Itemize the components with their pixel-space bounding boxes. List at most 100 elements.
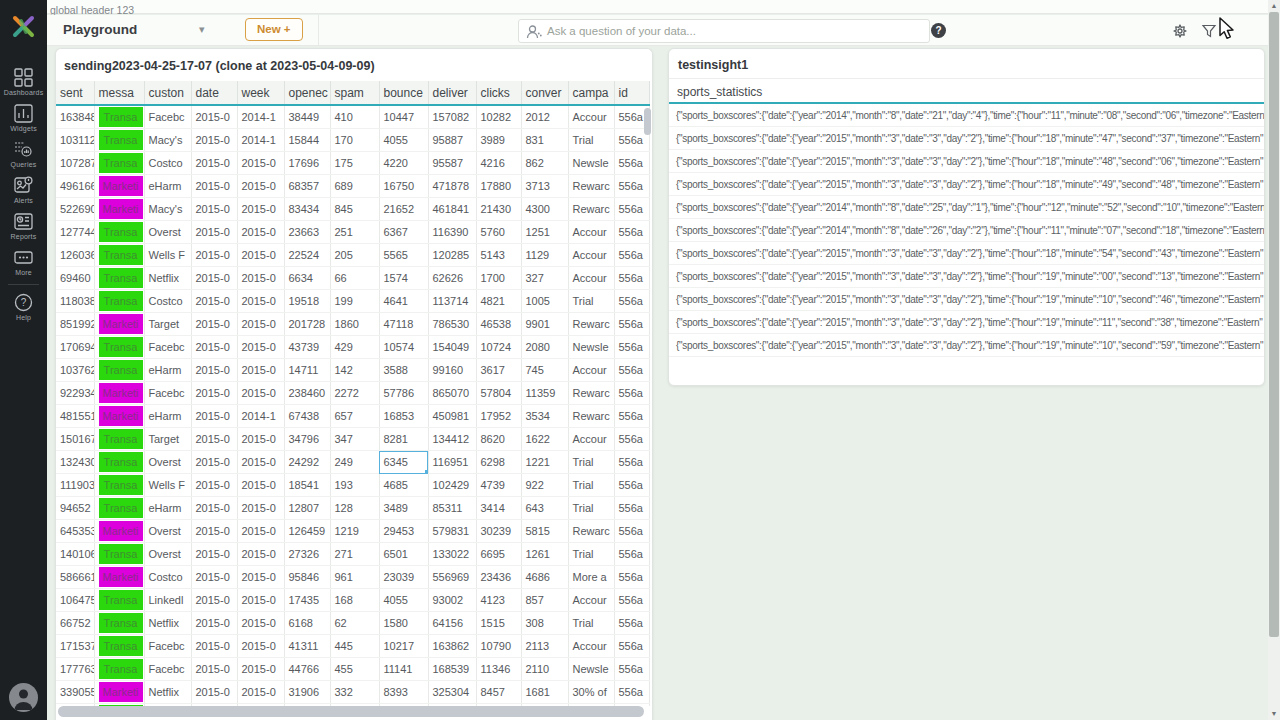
table-cell-messa[interactable]: Transa	[94, 451, 144, 474]
table-cell[interactable]: 1580	[379, 612, 428, 635]
table-cell[interactable]: 238460	[284, 382, 330, 405]
table-cell[interactable]: 116951	[428, 451, 476, 474]
table-cell[interactable]: 2015-0	[191, 198, 237, 221]
table-cell[interactable]: 11141	[379, 658, 428, 681]
table-cell[interactable]: 47118	[379, 313, 428, 336]
insight-row[interactable]: {"sports_boxscores":{"date":{"year":"201…	[669, 219, 1264, 242]
insight-row[interactable]: {"sports_boxscores":{"date":{"year":"201…	[669, 173, 1264, 196]
table-cell[interactable]: Costco	[144, 290, 191, 313]
sidebar-item-alerts[interactable]: Alerts	[0, 176, 47, 204]
table-cell[interactable]: 93002	[428, 589, 476, 612]
table-cell[interactable]: 6298	[476, 451, 521, 474]
table-cell[interactable]: 2015-0	[191, 313, 237, 336]
table-cell[interactable]: Target	[144, 428, 191, 451]
table-cell[interactable]: 6501	[379, 543, 428, 566]
table-h-scrollbar[interactable]	[56, 706, 652, 720]
table-cell-messa[interactable]: Marketi	[94, 198, 144, 221]
table-cell[interactable]: 556a	[614, 681, 649, 704]
sidebar-item-reports[interactable]: Reports	[0, 212, 47, 240]
table-cell[interactable]: 481551	[56, 405, 94, 428]
column-header-bounce[interactable]: bounce	[379, 81, 428, 105]
table-cell[interactable]: Accour	[568, 428, 614, 451]
table-cell[interactable]: Wells F	[144, 474, 191, 497]
table-cell[interactable]: 2015-0	[191, 221, 237, 244]
table-cell[interactable]: eHarm	[144, 405, 191, 428]
table-cell[interactable]: 4055	[379, 129, 428, 152]
table-cell[interactable]: 17880	[476, 175, 521, 198]
table-cell[interactable]: 69460	[56, 267, 94, 290]
table-cell[interactable]: 271	[330, 543, 379, 566]
table-cell[interactable]: 103762	[56, 359, 94, 382]
table-cell[interactable]: 2015-0	[191, 105, 237, 129]
column-header-sent[interactable]: sent	[56, 81, 94, 105]
insight-row[interactable]: {"sports_boxscores":{"date":{"year":"201…	[669, 104, 1264, 127]
table-cell[interactable]: 168539	[428, 658, 476, 681]
sidebar-item-queries[interactable]: Queries	[0, 140, 47, 168]
table-cell[interactable]: 150167	[56, 428, 94, 451]
table-cell[interactable]: 2015-0	[191, 290, 237, 313]
table-cell[interactable]: Wells F	[144, 244, 191, 267]
table-cell[interactable]: 3489	[379, 497, 428, 520]
table-cell[interactable]: 57786	[379, 382, 428, 405]
table-cell[interactable]: 865070	[428, 382, 476, 405]
table-cell-messa[interactable]: Transa	[94, 244, 144, 267]
table-cell[interactable]: 16750	[379, 175, 428, 198]
table-cell[interactable]: 2015-0	[191, 336, 237, 359]
table-cell-messa[interactable]: Marketi	[94, 382, 144, 405]
table-cell[interactable]: 2015-0	[191, 267, 237, 290]
table-cell[interactable]: 10724	[476, 336, 521, 359]
table-cell[interactable]: 4686	[521, 566, 568, 589]
table-cell[interactable]: 1005	[521, 290, 568, 313]
table-cell[interactable]: 22524	[284, 244, 330, 267]
table-cell[interactable]: 8281	[379, 428, 428, 451]
table-cell[interactable]: 2014-1	[237, 129, 284, 152]
table-cell[interactable]: 12807	[284, 497, 330, 520]
table-cell[interactable]: 3534	[521, 405, 568, 428]
table-cell[interactable]: More a	[568, 566, 614, 589]
table-cell-messa[interactable]: Transa	[94, 635, 144, 658]
table-cell[interactable]: 2015-0	[191, 474, 237, 497]
table-cell[interactable]: Facebc	[144, 382, 191, 405]
new-button[interactable]: New +	[245, 18, 303, 41]
table-cell[interactable]: 689	[330, 175, 379, 198]
table-cell[interactable]: 193	[330, 474, 379, 497]
column-header-openec[interactable]: openec	[284, 81, 330, 105]
table-cell[interactable]: 556a	[614, 175, 649, 198]
table-cell[interactable]: 1622	[521, 428, 568, 451]
app-logo-icon[interactable]	[7, 10, 40, 43]
table-cell[interactable]: Accour	[568, 221, 614, 244]
table-cell[interactable]: 2015-0	[191, 451, 237, 474]
table-cell[interactable]: 556a	[614, 474, 649, 497]
table-cell[interactable]: Overst	[144, 221, 191, 244]
table-cell[interactable]: Accour	[568, 267, 614, 290]
table-cell[interactable]: 17435	[284, 589, 330, 612]
table-cell[interactable]: 2015-0	[237, 152, 284, 175]
table-cell[interactable]: 10574	[379, 336, 428, 359]
chevron-down-icon[interactable]: ▾	[199, 23, 205, 36]
table-cell[interactable]: Facebc	[144, 336, 191, 359]
table-cell[interactable]: Macy's	[144, 129, 191, 152]
table-cell[interactable]: 4641	[379, 290, 428, 313]
table-cell[interactable]: 857	[521, 589, 568, 612]
table-cell[interactable]: 786530	[428, 313, 476, 336]
table-cell[interactable]: 11346	[476, 658, 521, 681]
table-cell[interactable]: 251	[330, 221, 379, 244]
table-cell[interactable]: 23663	[284, 221, 330, 244]
table-cell-messa[interactable]: Marketi	[94, 405, 144, 428]
table-cell[interactable]: 19518	[284, 290, 330, 313]
table-cell[interactable]: 522690	[56, 198, 94, 221]
table-cell-messa[interactable]: Transa	[94, 336, 144, 359]
help-badge-icon[interactable]: ?	[931, 23, 946, 38]
table-cell[interactable]: 643	[521, 497, 568, 520]
table-cell[interactable]: 103112	[56, 129, 94, 152]
table-cell[interactable]: Newsle	[568, 336, 614, 359]
table-cell-messa[interactable]: Transa	[94, 589, 144, 612]
search-input[interactable]: Ask a question of your data...	[518, 19, 930, 43]
table-cell[interactable]: 308	[521, 612, 568, 635]
table-cell[interactable]: eHarm	[144, 497, 191, 520]
table-cell[interactable]: 249	[330, 451, 379, 474]
page-scrollbar[interactable]: ▲ ▼	[1268, 0, 1280, 720]
table-cell[interactable]: 2015-0	[191, 382, 237, 405]
table-cell[interactable]: 31906	[284, 681, 330, 704]
table-cell[interactable]: 1515	[476, 612, 521, 635]
